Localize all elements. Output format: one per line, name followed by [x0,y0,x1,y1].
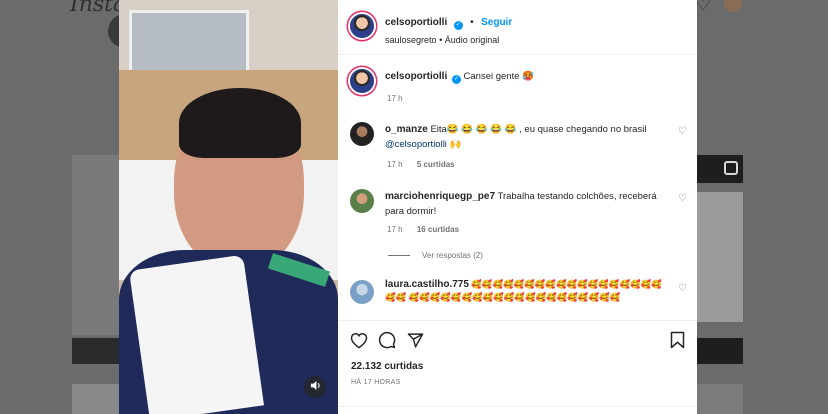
caption-time[interactable]: 17 h [387,94,403,103]
caption-text: Cansei gente 🥵 [463,71,534,82]
background-post-thumbnail [72,338,120,364]
background-post-thumbnail [72,155,120,335]
reel-icon [724,161,738,175]
comment-icon[interactable] [376,329,398,351]
background-post-thumbnail [697,192,743,322]
comment-item: marciohenriquegp_pe7 Trabalha testando c… [350,187,670,242]
comment-username[interactable]: o_manze [385,124,428,135]
post-actions: 22.132 curtidas HÁ 17 HORAS Os comentári… [338,320,697,414]
comment-text: Eita😂 😂 😂 😂 😂 , eu quase chegando no bra… [430,124,647,135]
likes-count[interactable]: 22.132 curtidas [351,361,423,372]
comment-item: laura.castilho.775 🥰🥰🥰🥰🥰🥰🥰🥰🥰🥰🥰🥰🥰🥰🥰🥰🥰🥰🥰🥰 … [350,277,670,317]
heart-icon[interactable] [348,329,370,351]
comment-like-heart-icon[interactable]: ♡ [678,283,687,294]
post-side-panel: celsoportiolli ✓ • Seguir saulosegreto •… [338,0,697,414]
comments-limited-notice: Os comentários nesta publicação foram li… [338,406,697,414]
caption-username[interactable]: celsoportiolli [385,71,447,82]
comment-item: o_manze Eita😂 😂 😂 😂 😂 , eu quase chegand… [350,120,670,175]
commenter-avatar[interactable] [350,122,374,146]
verified-badge-icon: ✓ [451,75,461,84]
comment-time[interactable]: 17 h [387,160,403,169]
speaker-icon [310,380,321,394]
comment-like-heart-icon[interactable]: ♡ [678,126,687,137]
background-heart-icon: ♡ [695,0,712,14]
audio-label[interactable]: Áudio original [445,35,500,45]
commenter-avatar[interactable] [350,280,374,304]
verified-badge-icon: ✓ [453,21,463,30]
comment-likes[interactable]: 5 curtidas [417,160,455,169]
author-username[interactable]: celsoportiolli [385,17,447,28]
author-avatar[interactable] [350,69,374,93]
view-replies-button[interactable]: Ver respostas (2) [388,251,483,260]
comment-mention[interactable]: @celsoportiolli [385,139,447,150]
follow-button[interactable]: Seguir [481,17,512,28]
comment-like-heart-icon[interactable]: ♡ [678,193,687,204]
volume-button[interactable] [304,376,326,398]
audio-author[interactable]: saulosegreto [385,35,437,45]
bookmark-icon[interactable] [666,329,688,351]
author-avatar[interactable] [350,14,374,38]
background-post-thumbnail [72,384,120,414]
share-icon[interactable] [404,329,426,351]
comment-likes[interactable]: 16 curtidas [417,225,459,234]
post-timestamp[interactable]: HÁ 17 HORAS [351,379,401,386]
post-video[interactable] [119,0,338,414]
post-header: celsoportiolli ✓ • Seguir saulosegreto •… [338,0,697,55]
comment-time[interactable]: 17 h [387,225,403,234]
comment-username[interactable]: laura.castilho.775 [385,279,469,290]
commenter-avatar[interactable] [350,189,374,213]
background-post-thumbnail [697,338,743,364]
post-caption: celsoportiolli ✓ Cansei gente 🥵 17 h [350,66,670,106]
audio-info: saulosegreto • Áudio original [385,35,500,45]
background-post-thumbnail [697,384,743,414]
comment-username[interactable]: marciohenriquegp_pe7 [385,191,495,202]
